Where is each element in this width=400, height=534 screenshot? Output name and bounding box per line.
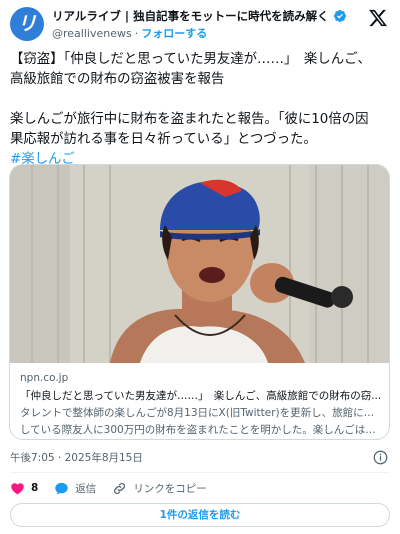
card-domain: npn.co.jp [20, 372, 69, 384]
copy-link-label: リンクをコピー [133, 482, 207, 495]
post-header: リ リアルライブ | 独自記事をモットーに時代を読み解く @reallivene… [10, 6, 390, 42]
post-text-line: 【窃盗】「仲良しだと思っていた男友達が……」 楽しんご、 [10, 52, 371, 67]
post-meta: 午後7:05 · 2025年8月15日 [10, 450, 390, 466]
post-text-line: 高級旅館での財布の窃盗被害を報告 [10, 72, 225, 87]
link-preview-card[interactable]: npn.co.jp 「仲良しだと思っていた男友達が……」 楽しんご、高級旅館での… [9, 164, 390, 440]
post-text-line: 楽しんごが旅行中に財布を盗まれたと報告。「彼に10倍の因 [10, 112, 369, 127]
reply-bubble-icon [55, 482, 69, 494]
separator-dot: · [134, 26, 139, 40]
info-icon[interactable] [373, 450, 388, 465]
x-logo-icon[interactable] [368, 8, 388, 28]
verified-badge-icon [333, 10, 346, 22]
like-button[interactable]: 8 [10, 481, 38, 496]
action-bar: 8 返信 リンクをコピー [10, 480, 390, 496]
account-handle[interactable]: @reallivenews [52, 27, 132, 40]
read-replies-button[interactable]: 1件の返信を読む [10, 503, 390, 527]
link-icon [114, 482, 126, 494]
card-description-line: している際友人に300万円の財布を盗まれたことを明かした。楽しんごはX... [20, 424, 382, 436]
card-title: 「仲良しだと思っていた男友達が……」 楽しんご、高級旅館での財布の窃... [20, 390, 382, 402]
avatar[interactable]: リ [10, 7, 44, 41]
like-count: 8 [31, 482, 39, 494]
card-image [10, 165, 389, 363]
heart-icon [11, 482, 24, 494]
reply-label: 返信 [75, 482, 97, 495]
account-display-name[interactable]: リアルライブ | 独自記事をモットーに時代を読み解く [52, 8, 329, 24]
divider [10, 472, 390, 473]
post-text-line: 果応報が訪れる事を日々祈っている」とつづった。 [10, 132, 317, 147]
post-text: 【窃盗】「仲良しだと思っていた男友達が……」 楽しんご、 高級旅館での財布の窃盗… [10, 50, 390, 170]
account-sub-row: @reallivenews · フォローする [52, 25, 207, 41]
post-timestamp[interactable]: 午後7:05 · 2025年8月15日 [10, 452, 143, 464]
account-name-row: リアルライブ | 独自記事をモットーに時代を読み解く [52, 8, 347, 24]
copy-link-button[interactable]: リンクをコピー [112, 481, 207, 496]
reply-button[interactable]: 返信 [54, 481, 96, 496]
follow-button[interactable]: フォローする [141, 25, 207, 41]
card-text: npn.co.jp 「仲良しだと思っていた男友達が……」 楽しんご、高級旅館での… [20, 371, 382, 438]
card-description-line: タレントで整体師の楽しんごが8月13日にX(旧Twitter)を更新し、旅館に宿… [20, 407, 382, 419]
